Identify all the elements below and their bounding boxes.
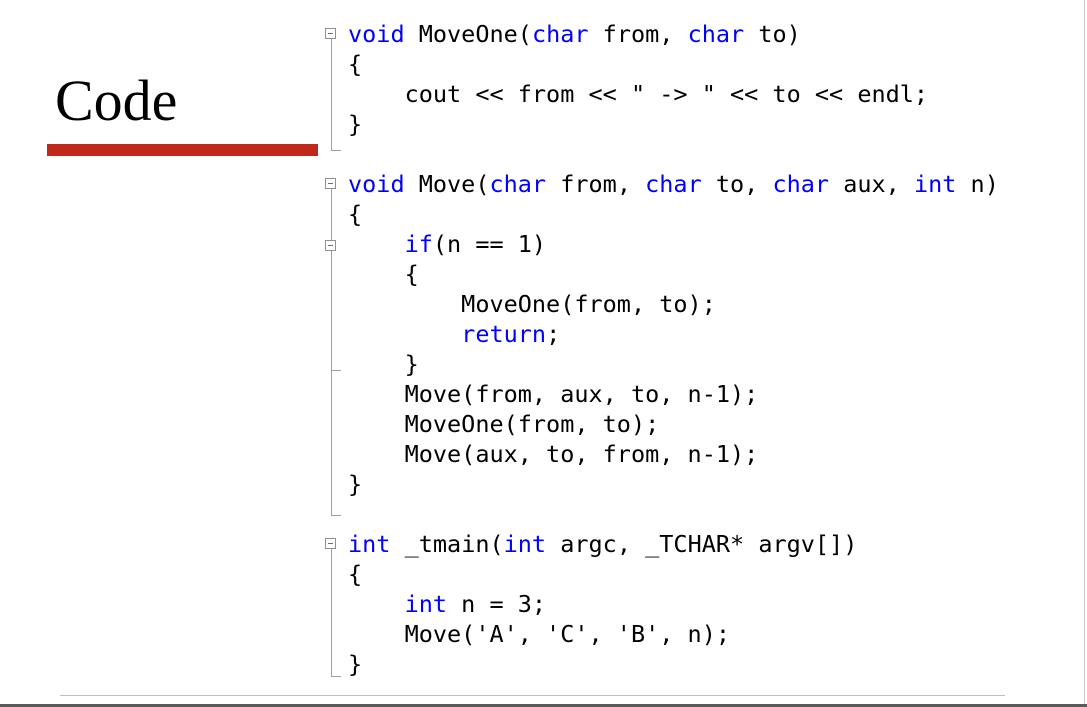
code-block: void MoveOne(char from, char to) { cout … (348, 19, 999, 679)
code-text: } (404, 350, 419, 378)
code-line: void Move(char from, char to, char aux, … (348, 169, 999, 199)
fold-end-tick (331, 515, 341, 516)
code-text: ; (546, 320, 561, 348)
code-text: from, (546, 170, 646, 198)
fold-guide-line (331, 549, 332, 676)
footer-divider (60, 695, 1005, 696)
code-line: void MoveOne(char from, char to) (348, 19, 999, 49)
title-accent-bar (47, 144, 318, 156)
code-text: MoveOne(from, to); (461, 290, 716, 318)
code-text: MoveOne( (404, 20, 532, 48)
code-text: { (348, 560, 363, 588)
slide-title: Code (55, 68, 178, 133)
collapse-icon (325, 240, 336, 251)
code-line: Move(from, aux, to, n-1); (348, 379, 999, 409)
collapse-icon (325, 28, 336, 39)
keyword: char (645, 170, 702, 198)
code-text: Move( (404, 170, 490, 198)
code-text: aux, (829, 170, 914, 198)
keyword: if (404, 230, 433, 258)
code-line: } (348, 349, 999, 379)
keyword: int (913, 170, 957, 198)
code-text: to) (744, 20, 801, 48)
code-text: Move('A', 'C', 'B', n); (404, 620, 730, 648)
code-text: { (404, 260, 419, 288)
code-line: return; (348, 319, 999, 349)
keyword: char (531, 20, 589, 48)
code-text: (n == 1) (432, 230, 547, 258)
code-text: to, (701, 170, 773, 198)
fold-end-tick (331, 370, 341, 371)
keyword: int (404, 590, 448, 618)
code-text: MoveOne(from, to); (404, 410, 660, 438)
code-text: from, (588, 20, 688, 48)
code-line: Move(aux, to, from, n-1); (348, 439, 999, 469)
code-line: { (348, 259, 999, 289)
keyword: int (348, 530, 391, 558)
code-text: } (348, 650, 363, 678)
code-line: { (348, 559, 999, 589)
code-text: cout << from << " -> " << to << endl; (404, 80, 929, 108)
code-line: { (348, 199, 999, 229)
code-line: MoveOne(from, to); (348, 289, 999, 319)
code-text: } (348, 470, 363, 498)
keyword: void (348, 20, 405, 48)
code-text: { (348, 200, 363, 228)
code-line: } (348, 469, 999, 499)
code-line: } (348, 649, 999, 679)
keyword: return (461, 320, 547, 348)
code-text: } (348, 110, 363, 138)
collapse-icon (325, 538, 336, 549)
code-text: Move(aux, to, from, n-1); (404, 440, 759, 468)
code-line: Move('A', 'C', 'B', n); (348, 619, 999, 649)
code-text: { (348, 50, 363, 78)
code-text: n) (956, 170, 999, 198)
fold-guide-line (331, 189, 332, 515)
fold-guide-line (331, 39, 332, 150)
fold-end-tick (331, 676, 341, 677)
code-line: } (348, 109, 999, 139)
code-text: Move(from, aux, to, n-1); (404, 380, 759, 408)
slide-right-border (1084, 0, 1085, 704)
code-line: int n = 3; (348, 589, 999, 619)
code-line: MoveOne(from, to); (348, 409, 999, 439)
code-line: if(n == 1) (348, 229, 999, 259)
keyword: char (687, 20, 745, 48)
code-text: argc, _TCHAR* argv[]) (546, 530, 858, 558)
code-text: _tmain( (390, 530, 504, 558)
keyword: char (489, 170, 547, 198)
code-line: int _tmain(int argc, _TCHAR* argv[]) (348, 529, 999, 559)
collapse-icon (325, 178, 336, 189)
keyword: void (348, 170, 405, 198)
code-line: cout << from << " -> " << to << endl; (348, 79, 999, 109)
fold-end-tick (331, 150, 341, 151)
code-text: n = 3; (447, 590, 547, 618)
keyword: int (503, 530, 547, 558)
code-line: { (348, 49, 999, 79)
keyword: char (772, 170, 830, 198)
